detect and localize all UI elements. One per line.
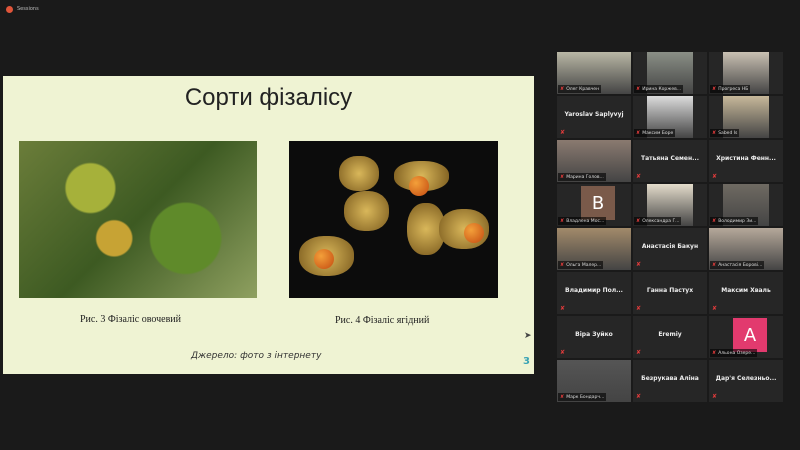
muted-mic-icon: ✘	[560, 394, 565, 400]
muted-mic-icon: ✘	[636, 393, 642, 400]
participant-tile[interactable]: ✘ Марк Бондарч...	[557, 360, 631, 402]
participant-name: Татьяна Семен...	[641, 155, 699, 162]
participant-tile[interactable]: B ✘ Владлена Мос...	[557, 184, 631, 226]
muted-mic-icon: ✘	[636, 305, 642, 312]
participant-tile[interactable]: ✘ Sabed Is	[709, 96, 783, 138]
muted-mic-icon: ✘	[636, 173, 642, 180]
participant-name: Максим Хваль	[721, 287, 771, 294]
participant-tile[interactable]: Христина Фенн... ✘	[709, 140, 783, 182]
participant-name: Eremiy	[658, 331, 682, 338]
participant-name-label: ✘ Анастасія Борові...	[710, 261, 765, 269]
participant-name: Анастасія Бакун	[641, 243, 699, 250]
muted-mic-icon: ✘	[636, 86, 641, 92]
avatar: B	[581, 186, 615, 220]
participant-name: Віра Зуйко	[575, 331, 613, 338]
participant-tile[interactable]: Віра Зуйко ✘	[557, 316, 631, 358]
participant-tile[interactable]: Владимир Пол... ✘	[557, 272, 631, 314]
shared-slide: Сорти фізалісу Рис. 3 Фізаліс овочевий Р…	[3, 76, 534, 374]
participant-tile[interactable]: Yaroslav Saplyvyj ✘	[557, 96, 631, 138]
muted-mic-icon: ✘	[712, 173, 718, 180]
participant-name-label: ✘ Прогреса НБ	[710, 85, 751, 93]
berry-physalis-photo	[289, 141, 498, 298]
source-note: Джерело: фото з інтернету	[191, 351, 322, 361]
muted-mic-icon: ✘	[712, 262, 717, 268]
participant-tile[interactable]: Анастасія Бакун ✘	[633, 228, 707, 270]
page-number: 3	[523, 356, 530, 367]
muted-mic-icon: ✘	[560, 262, 565, 268]
participant-name-label: ✘ Ирина Коржев...	[634, 85, 684, 93]
participant-tile[interactable]: ✘ Ольга Малер...	[557, 228, 631, 270]
participant-tile[interactable]: ✘ Олег Кравчен	[557, 52, 631, 94]
muted-mic-icon: ✘	[712, 393, 718, 400]
participant-name-label: ✘ Марина Голов...	[558, 173, 606, 181]
muted-mic-icon: ✘	[712, 86, 717, 92]
muted-mic-icon: ✘	[636, 349, 642, 356]
participant-name: Владимир Пол...	[565, 287, 623, 294]
participant-name-label: ✘ Олександра Г...	[634, 217, 682, 225]
mouse-cursor-icon: ➤	[524, 331, 532, 341]
participant-tile[interactable]: ✘ Володимир Зи...	[709, 184, 783, 226]
participant-tile[interactable]: Безрукава Аліна ✘	[633, 360, 707, 402]
participant-name: Ганна Пастух	[646, 287, 694, 294]
participant-name: Безрукава Аліна	[641, 375, 699, 382]
participant-name: Дар'я Селезньо...	[715, 375, 777, 382]
muted-mic-icon: ✘	[636, 218, 641, 224]
participant-tile[interactable]: Ганна Пастух ✘	[633, 272, 707, 314]
participant-name-label: ✘ Марк Бондарч...	[558, 393, 607, 401]
participant-tile[interactable]: Татьяна Семен... ✘	[633, 140, 707, 182]
app-logo-icon	[6, 5, 13, 13]
participant-tile[interactable]: Eremiy ✘	[633, 316, 707, 358]
caption-left: Рис. 3 Фізаліс овочевий	[80, 314, 182, 325]
participant-name-label: ✘ Ольга Малер...	[558, 261, 604, 269]
slide-title: Сорти фізалісу	[184, 84, 353, 111]
participant-tile[interactable]: A ✘ Альона Озере...	[709, 316, 783, 358]
muted-mic-icon: ✘	[560, 349, 566, 356]
muted-mic-icon: ✘	[636, 261, 642, 268]
participant-tile[interactable]: ✘ Марина Голов...	[557, 140, 631, 182]
muted-mic-icon: ✘	[712, 130, 717, 136]
participant-name-label: ✘ Олег Кравчен	[558, 85, 602, 93]
participant-name: Христина Фенн...	[716, 155, 776, 162]
participant-name-label: ✘ Владлена Мос...	[558, 217, 607, 225]
participant-name-label: ✘ Альона Озере...	[710, 349, 758, 357]
muted-mic-icon: ✘	[560, 218, 565, 224]
participant-tile[interactable]: ✘ Ирина Коржев...	[633, 52, 707, 94]
muted-mic-icon: ✘	[560, 305, 566, 312]
participant-tile[interactable]: ✘ Анастасія Борові...	[709, 228, 783, 270]
muted-mic-icon: ✘	[560, 129, 566, 136]
muted-mic-icon: ✘	[712, 218, 717, 224]
muted-mic-icon: ✘	[636, 130, 641, 136]
participant-name-label: ✘ Sabed Is	[710, 129, 740, 137]
window-title: Sessions	[17, 6, 39, 12]
participant-name-label: ✘ Максим Боре	[634, 129, 676, 137]
avatar: A	[733, 318, 767, 352]
participant-tile[interactable]: ✘ Олександра Г...	[633, 184, 707, 226]
participant-gallery: ✘ Олег Кравчен ✘ Ирина Коржев... ✘ Прогреса Н…	[557, 52, 783, 402]
participant-tile[interactable]: ✘ Максим Боре	[633, 96, 707, 138]
participant-tile[interactable]: Максим Хваль ✘	[709, 272, 783, 314]
muted-mic-icon: ✘	[560, 174, 565, 180]
participant-tile[interactable]: ✘ Прогреса НБ	[709, 52, 783, 94]
muted-mic-icon: ✘	[712, 350, 717, 356]
muted-mic-icon: ✘	[712, 305, 718, 312]
participant-name: Yaroslav Saplyvyj	[564, 111, 624, 118]
title-bar: Sessions	[0, 0, 800, 18]
muted-mic-icon: ✘	[560, 86, 565, 92]
vegetable-physalis-photo	[19, 141, 257, 298]
caption-right: Рис. 4 Фізаліс ягідний	[335, 315, 430, 326]
participant-tile[interactable]: Дар'я Селезньо... ✘	[709, 360, 783, 402]
participant-name-label: ✘ Володимир Зи...	[710, 217, 759, 225]
